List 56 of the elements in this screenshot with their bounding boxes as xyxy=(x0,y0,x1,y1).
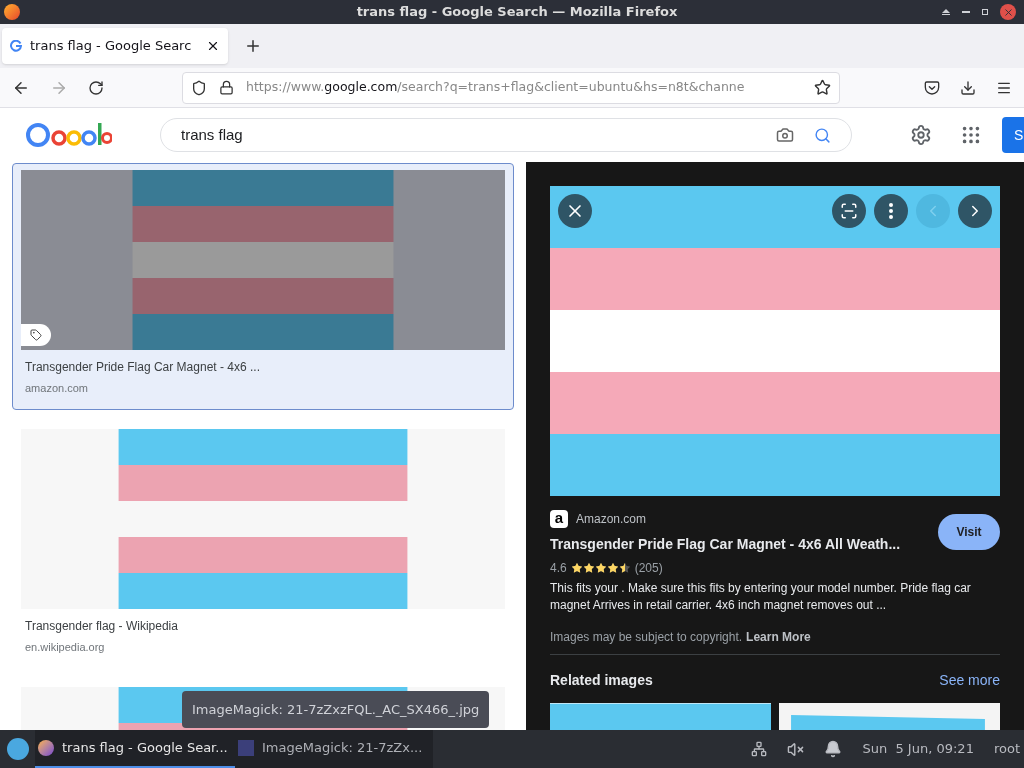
copyright-notice: Images may be subject to copyright. xyxy=(550,629,743,646)
result-source: amazon.com xyxy=(24,381,89,396)
address-bar[interactable]: https://www.google.com/search?q=trans+flag&client=ubuntu&hs=n8t&channe xyxy=(182,71,840,104)
maximize-icon[interactable] xyxy=(982,9,988,15)
bookmark-star-icon[interactable] xyxy=(814,79,831,96)
search-value: trans flag xyxy=(181,124,244,145)
user-name[interactable]: root xyxy=(993,739,1020,759)
window-title: trans flag - Google Search — Mozilla Firefox xyxy=(356,3,678,22)
imagemagick-icon xyxy=(238,740,254,756)
see-more-link[interactable]: See more xyxy=(939,670,1000,691)
more-icon xyxy=(889,203,893,219)
source-name: Amazon.com xyxy=(576,511,647,528)
taskbar-item[interactable]: trans flag - Google Sear... xyxy=(35,730,235,768)
result-title: Transgender Pride Flag Car Magnet - 4x6 ... xyxy=(24,359,261,376)
learn-more-link[interactable]: Learn More xyxy=(746,628,811,646)
search-icon[interactable] xyxy=(814,126,831,144)
rating-value: 4.6 xyxy=(550,560,567,577)
close-icon xyxy=(206,39,220,53)
review-count: (205) xyxy=(634,560,663,577)
apps-grid-icon[interactable] xyxy=(960,124,982,146)
visit-button[interactable]: Visit xyxy=(938,514,1000,550)
lock-icon xyxy=(219,80,234,95)
new-tab-icon[interactable] xyxy=(244,37,262,55)
taskbar-item-label: ImageMagick: 21-7zZx... xyxy=(262,739,423,758)
close-icon[interactable] xyxy=(1000,4,1016,20)
reload-icon[interactable] xyxy=(88,79,104,96)
muted-volume-icon[interactable] xyxy=(787,740,805,758)
clock[interactable]: Sun 5 Jun, 09:21 xyxy=(862,739,974,759)
tab-title: trans flag - Google Searc xyxy=(30,37,193,56)
settings-icon[interactable] xyxy=(910,124,932,146)
pocket-icon[interactable] xyxy=(924,79,940,96)
related-images-heading: Related images xyxy=(550,671,653,690)
result-source: en.wikipedia.org xyxy=(24,639,106,655)
google-favicon xyxy=(10,40,22,52)
tooltip: ImageMagick: 21-7zZxzFQL._AC_SX466_.jpg xyxy=(182,691,490,728)
browser-tab[interactable]: trans flag - Google Searc xyxy=(2,28,228,64)
notification-bell-icon[interactable] xyxy=(824,740,843,758)
firefox-icon xyxy=(38,740,54,756)
firefox-icon xyxy=(4,4,20,20)
shade-icon[interactable] xyxy=(942,9,950,15)
network-icon[interactable] xyxy=(751,741,768,757)
taskbar-item-label: trans flag - Google Sear... xyxy=(62,739,228,758)
lens-icon xyxy=(840,202,858,220)
result-title: Transgender flag - Wikipedia xyxy=(24,617,179,635)
url-text: https://www.google.com/search?q=trans+flag&client=ubuntu&hs=n8t&channe xyxy=(246,78,746,97)
product-description: This fits your . Make sure this fits by entering your model number. Pride flag car magnet Arrives in retail carrier. 4x6 inch magnet removes out ... xyxy=(550,580,972,614)
taskbar-item[interactable]: ImageMagick: 21-7zZx... xyxy=(235,730,433,768)
download-icon[interactable] xyxy=(960,79,976,96)
start-menu-icon[interactable] xyxy=(7,738,29,760)
sign-in-button[interactable]: S xyxy=(1002,117,1024,153)
shield-icon xyxy=(191,79,207,96)
image-result-card[interactable]: Transgender Pride Flag Car Magnet - 4x6 ... amazon.com xyxy=(12,163,514,410)
camera-icon[interactable] xyxy=(776,126,794,144)
tag-badge xyxy=(21,324,51,346)
product-title: Transgender Pride Flag Car Magnet - 4x6 All Weath... xyxy=(550,535,902,554)
amazon-logo: a xyxy=(550,510,568,528)
